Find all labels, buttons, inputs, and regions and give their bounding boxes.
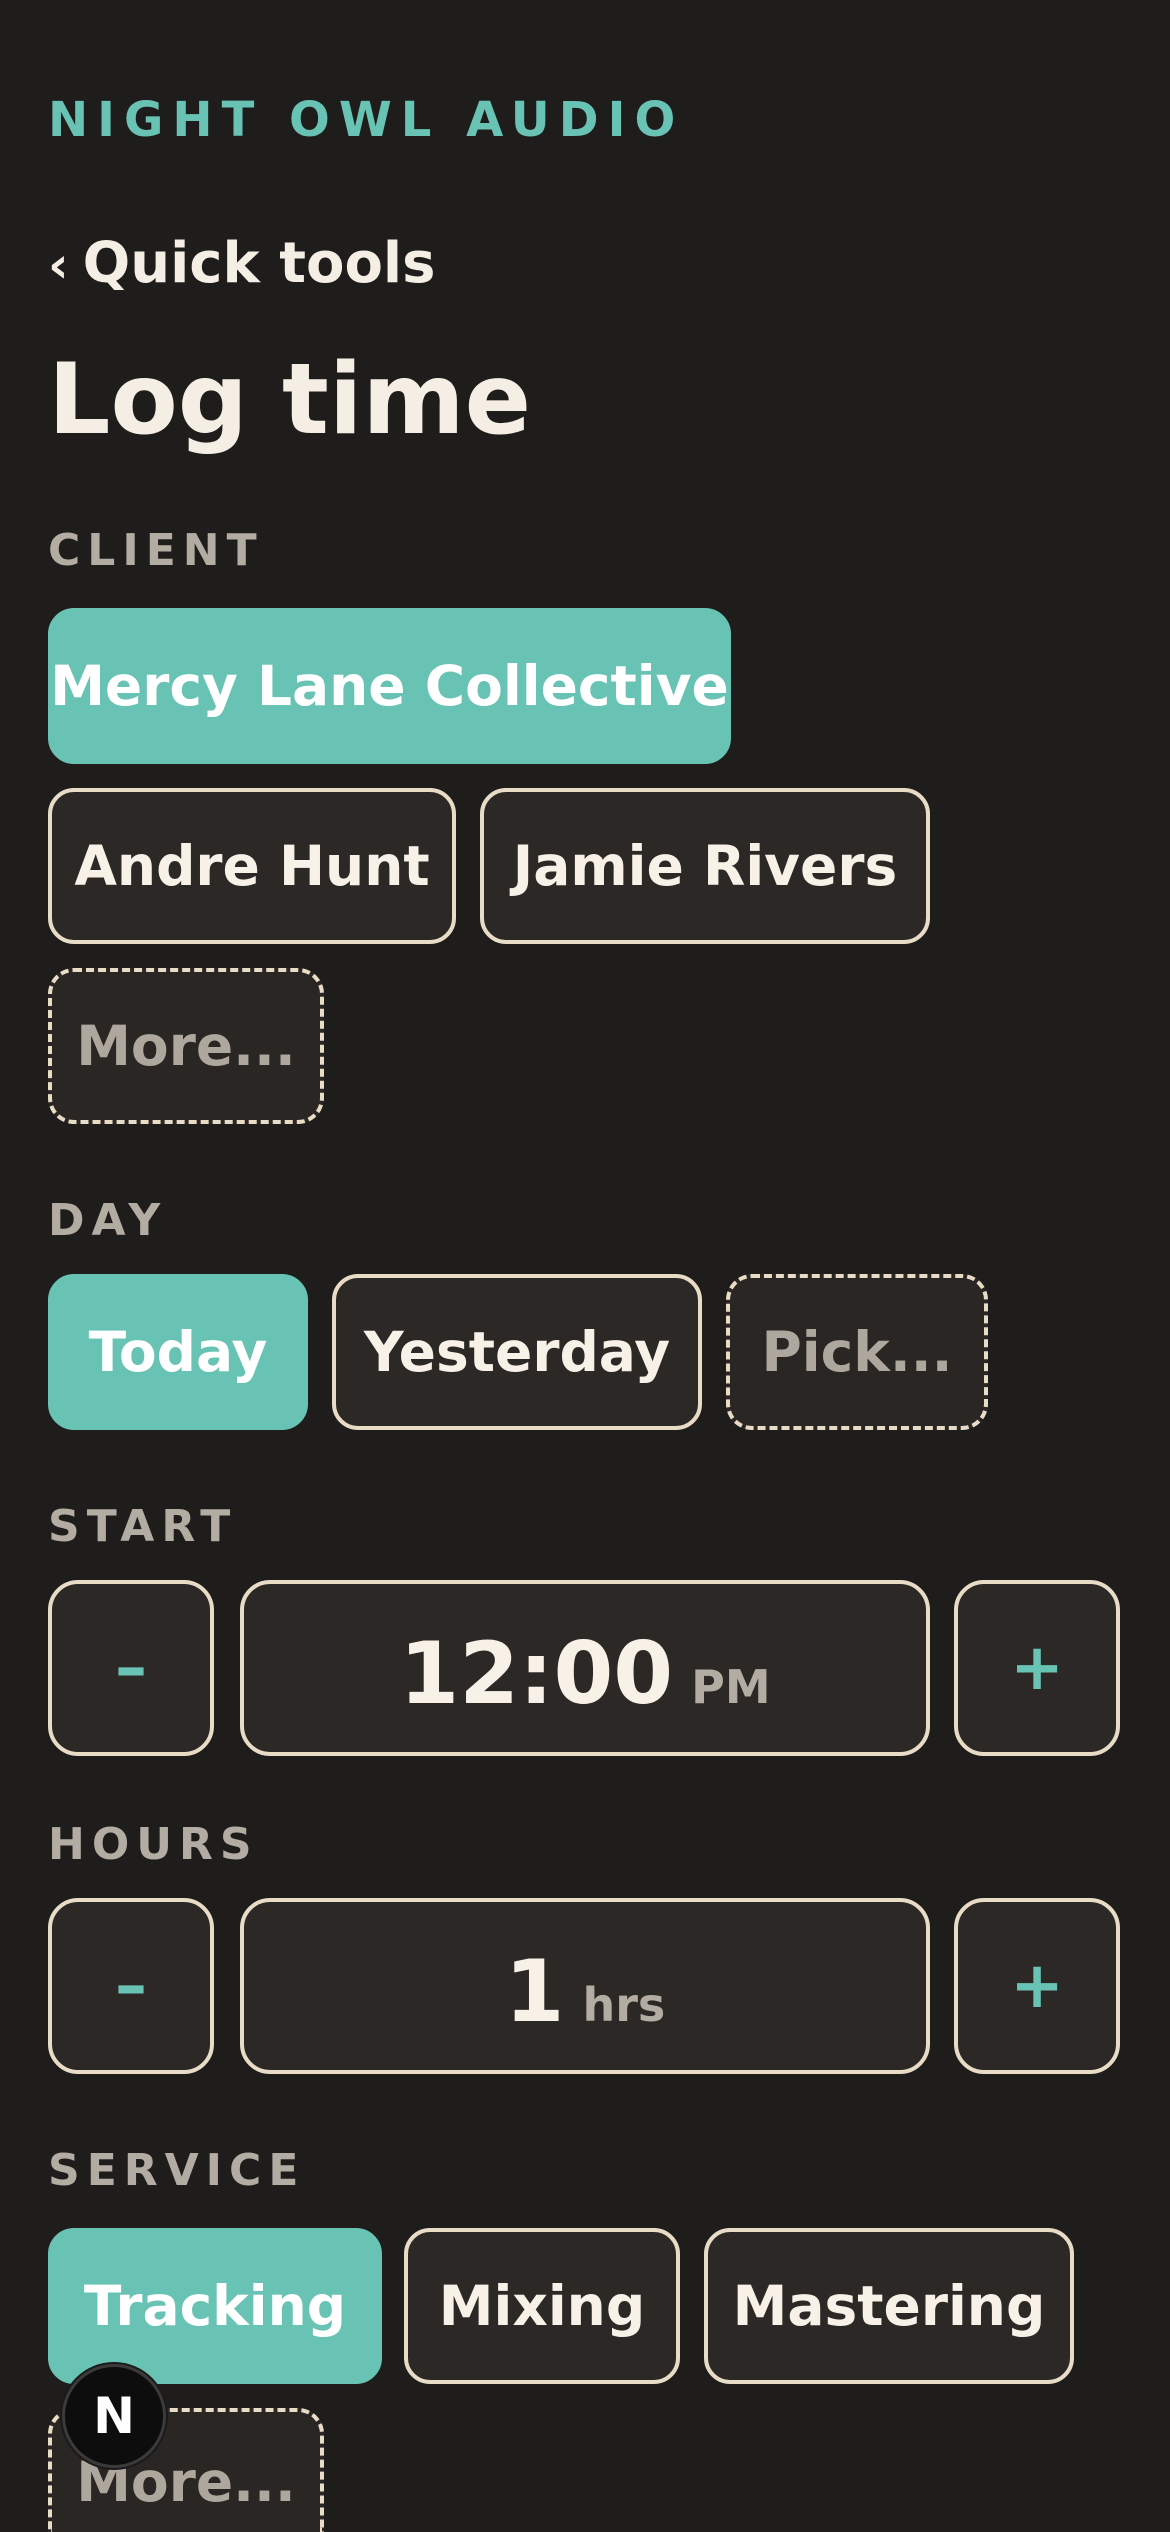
client-option-andre-hunt[interactable]: Andre Hunt bbox=[48, 788, 456, 944]
hours-display: 1 hrs bbox=[240, 1898, 930, 2074]
next-logo-icon[interactable]: N bbox=[62, 2364, 166, 2468]
page-title: Log time bbox=[48, 343, 532, 457]
client-option-jamie-rivers[interactable]: Jamie Rivers bbox=[480, 788, 930, 944]
service-option-mastering[interactable]: Mastering bbox=[704, 2228, 1074, 2384]
minus-icon: – bbox=[115, 1631, 147, 1705]
hours-increment-button[interactable]: + bbox=[954, 1898, 1120, 2074]
start-time-display: 12:00 PM bbox=[240, 1580, 930, 1756]
hours-unit: hrs bbox=[582, 1978, 666, 2032]
day-option-today[interactable]: Today bbox=[48, 1274, 308, 1430]
badge-letter: N bbox=[93, 2387, 135, 2445]
hours-decrement-button[interactable]: – bbox=[48, 1898, 214, 2074]
chevron-left-icon: ‹ bbox=[48, 236, 69, 294]
service-option-mixing[interactable]: Mixing bbox=[404, 2228, 680, 2384]
day-option-yesterday[interactable]: Yesterday bbox=[332, 1274, 702, 1430]
client-option-mercy-lane-collective[interactable]: Mercy Lane Collective bbox=[48, 608, 731, 764]
day-pick-button[interactable]: Pick... bbox=[726, 1274, 988, 1430]
client-more-button[interactable]: More... bbox=[48, 968, 324, 1124]
brand-logo: NIGHT OWL AUDIO bbox=[48, 92, 685, 148]
service-section-label: SERVICE bbox=[48, 2145, 306, 2196]
minus-icon: – bbox=[115, 1949, 147, 2023]
hours-value: 1 bbox=[504, 1942, 565, 2042]
start-time-value: 12:00 bbox=[399, 1624, 674, 1724]
plus-icon: + bbox=[1010, 1949, 1064, 2023]
client-section-label: CLIENT bbox=[48, 525, 264, 576]
plus-icon: + bbox=[1010, 1631, 1064, 1705]
back-link-label: Quick tools bbox=[82, 231, 436, 296]
day-section-label: DAY bbox=[48, 1195, 168, 1246]
back-link[interactable]: ‹ Quick tools bbox=[48, 232, 435, 297]
start-increment-button[interactable]: + bbox=[954, 1580, 1120, 1756]
start-section-label: START bbox=[48, 1501, 238, 1552]
start-meridiem: PM bbox=[691, 1660, 771, 1714]
hours-section-label: HOURS bbox=[48, 1819, 259, 1870]
start-decrement-button[interactable]: – bbox=[48, 1580, 214, 1756]
service-option-tracking[interactable]: Tracking bbox=[48, 2228, 382, 2384]
